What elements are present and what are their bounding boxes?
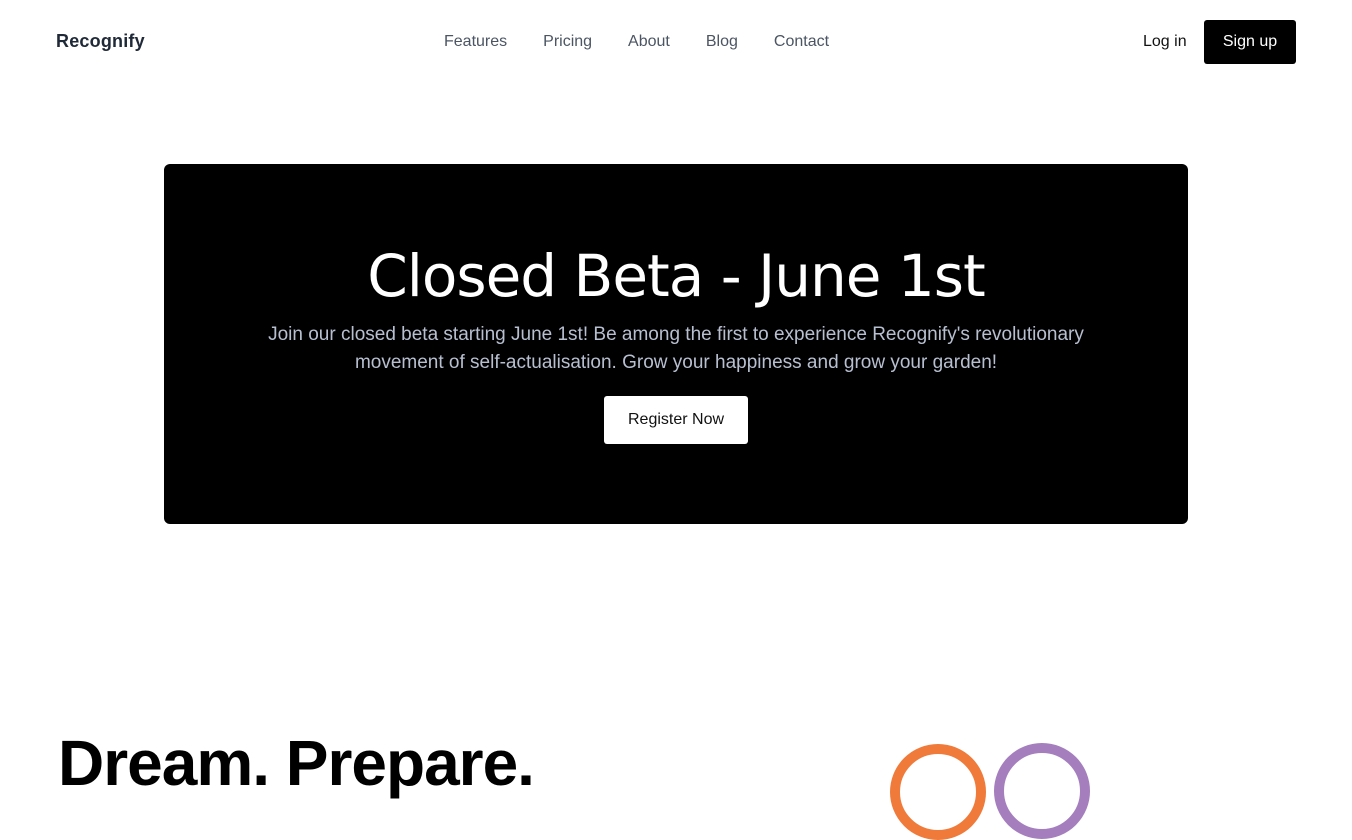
orange-ring-graphic xyxy=(890,744,986,840)
nav-link-features[interactable]: Features xyxy=(444,32,507,52)
nav-link-blog[interactable]: Blog xyxy=(706,32,738,52)
beta-announcement-card: Closed Beta - June 1st Join our closed b… xyxy=(164,164,1188,524)
register-now-button[interactable]: Register Now xyxy=(604,396,748,444)
site-header: Recognify Features Pricing About Blog Co… xyxy=(0,0,1352,84)
nav-link-pricing[interactable]: Pricing xyxy=(543,32,592,52)
main-nav: Features Pricing About Blog Contact xyxy=(444,32,829,52)
hero-description: Join our closed beta starting June 1st! … xyxy=(268,324,1084,373)
login-link[interactable]: Log in xyxy=(1143,32,1187,52)
purple-ring-graphic xyxy=(994,743,1090,839)
nav-link-about[interactable]: About xyxy=(628,32,670,52)
nav-link-contact[interactable]: Contact xyxy=(774,32,829,52)
hero-title: Closed Beta - June 1st xyxy=(367,242,985,310)
brand-logo[interactable]: Recognify xyxy=(56,31,145,52)
section-heading: Dream. Prepare. xyxy=(58,727,535,799)
signup-button[interactable]: Sign up xyxy=(1204,20,1296,64)
